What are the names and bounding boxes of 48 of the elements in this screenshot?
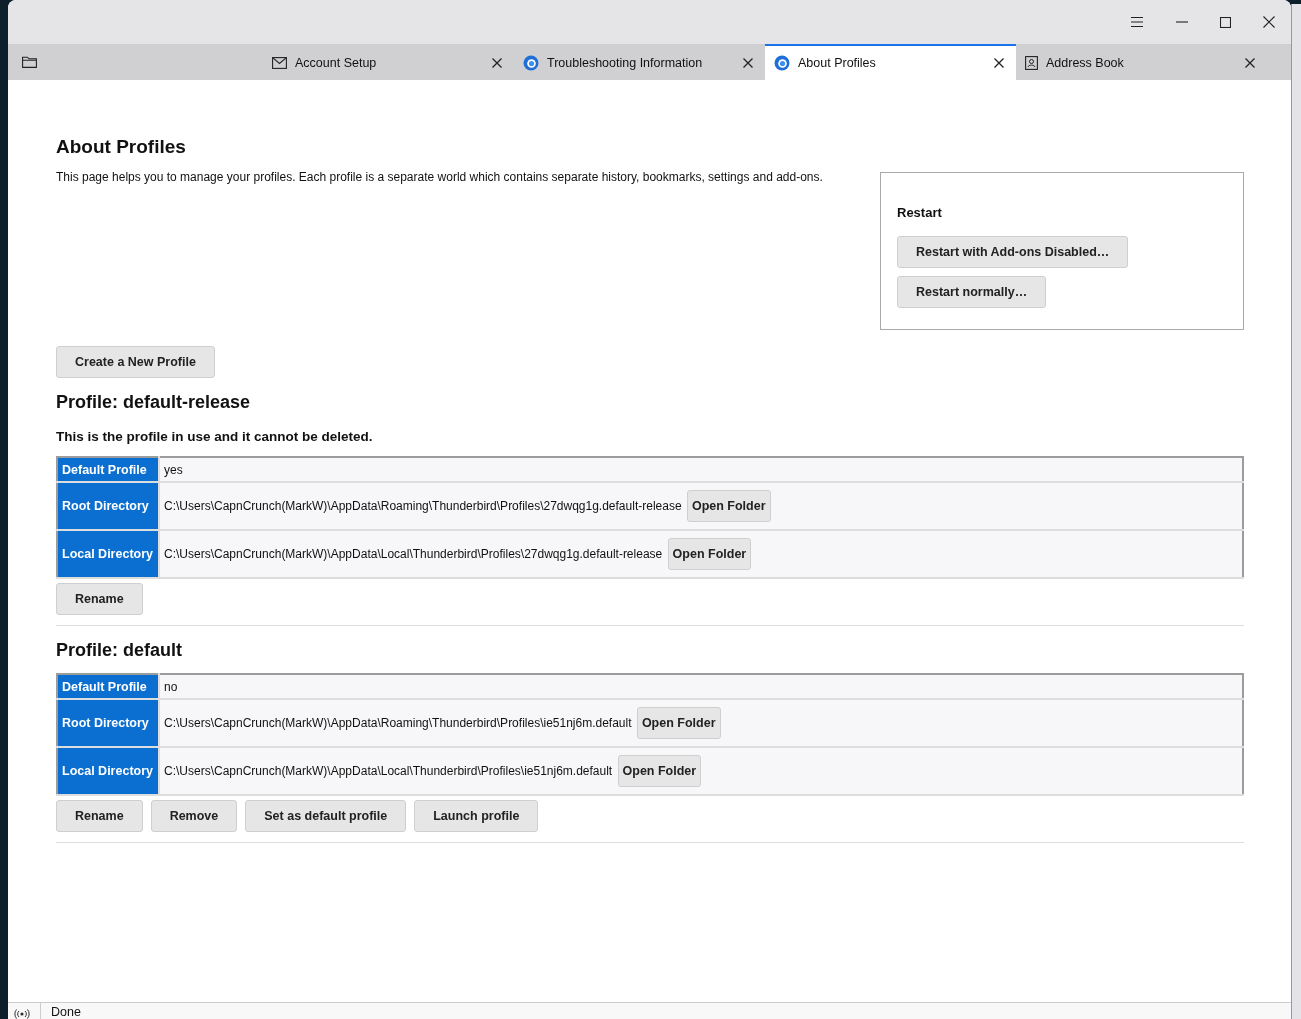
profile-heading: Profile: default-release	[56, 392, 252, 413]
create-profile-button[interactable]: Create a New Profile	[56, 346, 215, 378]
tab[interactable]: Troubleshooting Information	[514, 44, 765, 80]
close-tab-icon[interactable]	[743, 58, 753, 68]
open-folder-button[interactable]: Open Folder	[617, 755, 702, 787]
profile-action-button[interactable]: Remove	[150, 800, 238, 832]
tab[interactable]: Address Book	[1016, 44, 1267, 80]
close-icon[interactable]	[1263, 16, 1275, 28]
profile-action-button[interactable]: Rename	[56, 583, 143, 615]
row-label: Local Directory	[57, 747, 159, 795]
page-title: About Profiles	[56, 136, 187, 158]
profile-note: This is the profile in use and it cannot be deleted.	[56, 429, 374, 444]
row-label: Default Profile	[57, 674, 159, 699]
app-logo-icon	[523, 55, 539, 71]
tab[interactable]: Account Setup	[263, 44, 514, 80]
restart-button[interactable]: Restart normally…	[897, 276, 1047, 308]
tab[interactable]: About Profiles	[765, 44, 1016, 80]
restart-button[interactable]: Restart with Add-ons Disabled…	[897, 236, 1129, 268]
address-book-icon	[1025, 56, 1038, 70]
maximize-icon[interactable]	[1220, 16, 1231, 28]
profile-action-button[interactable]: Set as default profile	[245, 800, 407, 832]
envelope-icon	[272, 57, 287, 69]
restart-heading: Restart	[897, 205, 943, 220]
close-tab-icon[interactable]	[994, 58, 1004, 68]
connection-icon	[14, 1009, 30, 1019]
open-folder-button[interactable]: Open Folder	[667, 538, 752, 570]
open-folder-button[interactable]: Open Folder	[686, 490, 771, 522]
row-label: Local Directory	[57, 530, 159, 578]
open-folder-button[interactable]: Open Folder	[636, 707, 721, 739]
row-value: C:\Users\CapnCrunch(MarkW)\AppData\Local\Thunderbird\Profiles\27dwqg1g.default-release	[164, 547, 663, 561]
row-value: no	[164, 679, 178, 694]
row-value: yes	[164, 462, 183, 477]
app-logo-icon	[774, 55, 790, 71]
status-text: Done	[51, 1005, 81, 1019]
row-label: Root Directory	[57, 699, 159, 747]
profile-action-button[interactable]: Rename	[56, 800, 143, 832]
menu-icon[interactable]	[1130, 16, 1144, 28]
close-tab-icon[interactable]	[492, 58, 502, 68]
close-tab-icon[interactable]	[1245, 58, 1255, 68]
profile-heading: Profile: default	[56, 640, 183, 661]
row-value: C:\Users\CapnCrunch(MarkW)\AppData\Roaming\Thunderbird\Profiles\27dwqg1g.default-release	[164, 499, 682, 513]
folder-icon[interactable]	[22, 56, 37, 68]
profile-action-button[interactable]: Launch profile	[414, 800, 539, 832]
row-value: C:\Users\CapnCrunch(MarkW)\AppData\Roaming\Thunderbird\Profiles\ie51nj6m.default	[164, 716, 632, 730]
row-value: C:\Users\CapnCrunch(MarkW)\AppData\Local\Thunderbird\Profiles\ie51nj6m.default	[164, 764, 613, 778]
row-label: Default Profile	[57, 457, 159, 482]
intro-text: This page helps you to manage your profiles. Each profile is a separate world which contains separate history, bookmarks, settings and add-ons.	[56, 170, 823, 184]
row-label: Root Directory	[57, 482, 159, 530]
